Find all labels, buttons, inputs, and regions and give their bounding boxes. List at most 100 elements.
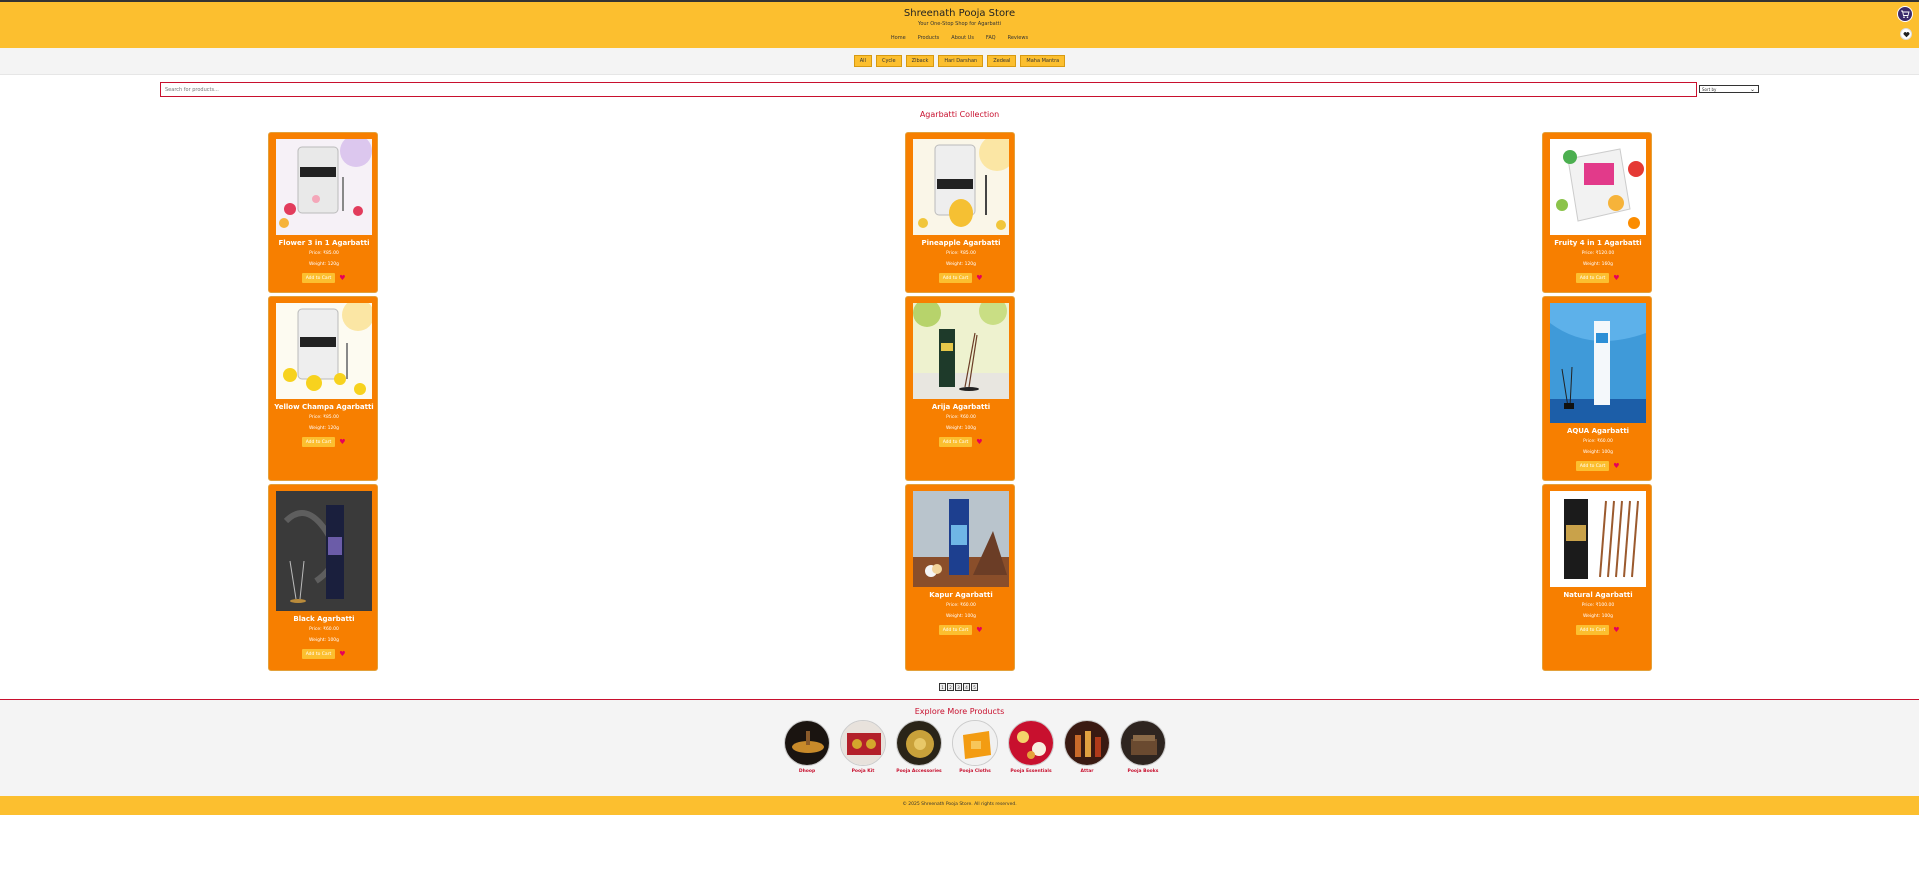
product-price: Price: ₹85.00 (309, 251, 339, 256)
chevron-down-icon: ⌄ (1749, 86, 1755, 93)
page-4-button[interactable]: 4 (963, 683, 970, 691)
product-image[interactable] (913, 303, 1009, 399)
category-image (952, 720, 998, 766)
wishlist-heart-icon[interactable]: ♥ (976, 438, 983, 446)
wishlist-button[interactable] (1900, 28, 1912, 40)
store-title: Shreenath Pooja Store (903, 8, 1016, 19)
filter-hari-darshan[interactable]: Hari Darshan (938, 55, 984, 67)
product-weight: Weight: 120g (308, 426, 340, 431)
add-to-cart-button[interactable]: Add to Cart (938, 273, 973, 283)
product-name: Pineapple Agarbatti (921, 239, 1001, 247)
product-card: Arija Agarbatti Price: ₹60.00 Weight: 10… (905, 296, 1015, 481)
category-image (896, 720, 942, 766)
filter-maha-mantra[interactable]: Maha Mantra (1020, 55, 1066, 67)
store-tagline: Your One-Stop Shop for Agarbatti (917, 21, 1002, 27)
explore-title: Explore More Products (914, 707, 1005, 716)
category-image (1120, 720, 1166, 766)
add-to-cart-button[interactable]: Add to Cart (301, 273, 336, 283)
product-price: Price: ₹85.00 (309, 415, 339, 420)
page-1-button[interactable]: 1 (939, 683, 946, 691)
product-weight: Weight: 100g (1582, 450, 1614, 455)
product-image[interactable] (1550, 303, 1646, 423)
product-weight: Weight: 120g (308, 262, 340, 267)
category-label: Pooja Essentials (1010, 769, 1052, 774)
page-3-button[interactable]: 3 (955, 683, 962, 691)
sort-label: Sort by (1702, 86, 1717, 92)
product-card: Black Agarbatti Price: ₹60.00 Weight: 10… (268, 484, 378, 671)
section-title: Agarbatti Collection (919, 110, 1000, 119)
wishlist-heart-icon[interactable]: ♥ (339, 274, 346, 282)
product-weight: Weight: 100g (308, 638, 340, 643)
page-5-button[interactable]: 5 (971, 683, 978, 691)
filter-zedeal[interactable]: Zedeal (987, 55, 1017, 67)
category-pooja-cloths[interactable]: Pooja Cloths (951, 720, 999, 774)
product-price: Price: ₹60.00 (946, 415, 976, 420)
filter-cycle[interactable]: Cycle (875, 55, 902, 67)
sort-select[interactable]: Sort by ⌄ (1699, 85, 1759, 93)
product-image[interactable] (1550, 491, 1646, 587)
cart-button[interactable] (1897, 6, 1913, 22)
product-image[interactable] (913, 139, 1009, 235)
wishlist-heart-icon[interactable]: ♥ (976, 274, 983, 282)
product-image[interactable] (276, 303, 372, 399)
copyright-text: © 2025 Shreenath Pooja Store. All rights… (902, 802, 1017, 807)
category-attar[interactable]: Attar (1063, 720, 1111, 774)
add-to-cart-button[interactable]: Add to Cart (1575, 273, 1610, 283)
category-pooja-books[interactable]: Pooja Books (1119, 720, 1167, 774)
wishlist-heart-icon[interactable]: ♥ (1613, 274, 1620, 282)
category-pooja-essentials[interactable]: Pooja Essentials (1007, 720, 1055, 774)
wishlist-heart-icon[interactable]: ♥ (339, 650, 346, 658)
category-filter-bar: All Cycle Zlback Hari Darshan Zedeal Mah… (0, 48, 1919, 75)
category-pooja-kit[interactable]: Pooja Kit (839, 720, 887, 774)
product-image[interactable] (913, 491, 1009, 587)
product-name: Natural Agarbatti (1563, 591, 1633, 599)
product-name: AQUA Agarbatti (1566, 427, 1630, 435)
product-image[interactable] (276, 139, 372, 235)
product-name: Yellow Champa Agarbatti (274, 403, 374, 411)
wishlist-heart-icon[interactable]: ♥ (339, 438, 346, 446)
product-name: Flower 3 in 1 Agarbatti (278, 239, 370, 247)
product-price: Price: ₹60.00 (309, 627, 339, 632)
add-to-cart-button[interactable]: Add to Cart (301, 437, 336, 447)
add-to-cart-button[interactable]: Add to Cart (938, 625, 973, 635)
product-card: Kapur Agarbatti Price: ₹60.00 Weight: 10… (905, 484, 1015, 671)
heart-icon (1903, 31, 1909, 37)
product-weight: Weight: 120g (945, 262, 977, 267)
wishlist-heart-icon[interactable]: ♥ (976, 626, 983, 634)
product-card: Natural Agarbatti Price: ₹100.00 Weight:… (1542, 484, 1652, 671)
product-card: Fruity 4 in 1 Agarbatti Price: ₹120.00 W… (1542, 132, 1652, 293)
product-image[interactable] (1550, 139, 1646, 235)
add-to-cart-button[interactable]: Add to Cart (1575, 625, 1610, 635)
pagination: 1 2 3 4 5 (939, 683, 978, 691)
category-label: Pooja Accessories (896, 769, 942, 774)
wishlist-heart-icon[interactable]: ♥ (1613, 626, 1620, 634)
product-name: Fruity 4 in 1 Agarbatti (1554, 239, 1642, 247)
product-name: Kapur Agarbatti (929, 591, 993, 599)
category-dhoop[interactable]: Dhoop (783, 720, 831, 774)
add-to-cart-button[interactable]: Add to Cart (938, 437, 973, 447)
product-card: Yellow Champa Agarbatti Price: ₹85.00 We… (268, 296, 378, 481)
category-image (1008, 720, 1054, 766)
filter-all[interactable]: All (853, 55, 872, 67)
page-2-button[interactable]: 2 (947, 683, 954, 691)
product-image[interactable] (276, 491, 372, 611)
search-input[interactable] (160, 82, 1697, 97)
product-card: Flower 3 in 1 Agarbatti Price: ₹85.00 We… (268, 132, 378, 293)
product-name: Black Agarbatti (293, 615, 355, 623)
nav-home[interactable]: Home (891, 35, 906, 41)
product-card: AQUA Agarbatti Price: ₹60.00 Weight: 100… (1542, 296, 1652, 481)
nav-reviews[interactable]: Reviews (1008, 35, 1028, 41)
nav-faq[interactable]: FAQ (986, 35, 996, 41)
category-pooja-accessories[interactable]: Pooja Accessories (895, 720, 943, 774)
add-to-cart-button[interactable]: Add to Cart (1575, 461, 1610, 471)
nav-about[interactable]: About Us (951, 35, 974, 41)
filter-zlback[interactable]: Zlback (905, 55, 935, 67)
nav-products[interactable]: Products (918, 35, 940, 41)
category-image (1064, 720, 1110, 766)
product-weight: Weight: 100g (1582, 614, 1614, 619)
wishlist-heart-icon[interactable]: ♥ (1613, 462, 1620, 470)
site-header: Shreenath Pooja Store Your One-Stop Shop… (0, 2, 1919, 48)
product-price: Price: ₹85.00 (946, 251, 976, 256)
add-to-cart-button[interactable]: Add to Cart (301, 649, 336, 659)
category-label: Dhoop (798, 769, 816, 774)
